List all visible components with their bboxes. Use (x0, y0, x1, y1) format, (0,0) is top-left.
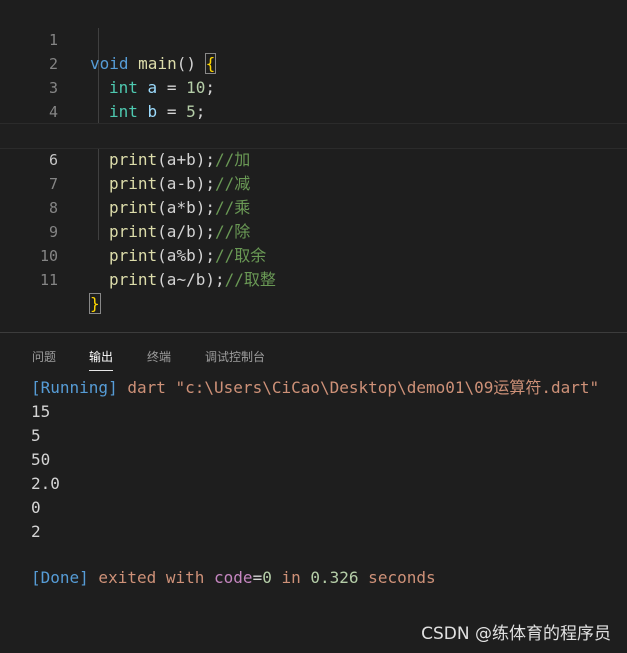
watermark: CSDN @练体育的程序员 (421, 624, 611, 644)
code-line-2[interactable]: 2 int a = 10; (0, 28, 627, 97)
tab-output[interactable]: 输出 (89, 348, 114, 371)
code-line-4[interactable]: 4 (0, 76, 627, 121)
code-line-1[interactable]: 1 void main() { (0, 4, 627, 74)
code-line-9[interactable]: 9 print(a%b);//取余 (0, 196, 627, 265)
running-tag: [Running] (31, 378, 118, 397)
output-result: 50 (31, 450, 51, 469)
done-seconds: seconds (358, 568, 436, 587)
tab-terminal[interactable]: 终端 (147, 348, 171, 370)
code-line-10[interactable]: 10 print(a~/b);//取整 (0, 220, 627, 289)
tab-debug-console[interactable]: 调试控制台 (205, 348, 265, 370)
done-tag: [Done] (31, 568, 89, 587)
args: (a~/b); (157, 270, 225, 289)
output-result: 2 (31, 522, 41, 541)
code-editor[interactable]: 1 void main() { 2 int a = 10; 3 int b = … (0, 0, 627, 332)
output-result: 5 (31, 426, 41, 445)
code-line-3[interactable]: 3 int b = 5; (0, 52, 627, 121)
code-line-6[interactable]: 6 print(a-b);//减 (0, 123, 627, 193)
tab-problems[interactable]: 问题 (32, 348, 56, 370)
done-eq: = (252, 568, 263, 587)
line-number: 11 (39, 271, 58, 289)
done-code-value: 0 (262, 568, 272, 587)
output-result: 0 (31, 498, 41, 517)
output-result: 15 (31, 402, 51, 421)
comment: //取整 (224, 270, 276, 289)
close-brace: } (89, 293, 101, 314)
code-line-7[interactable]: 7 print(a*b);//乘 (0, 148, 627, 217)
function-print: print (109, 270, 158, 289)
done-in: in (271, 568, 311, 587)
done-with: with (165, 568, 215, 587)
running-command: dart "c:\Users\CiCao\Desktop\demo01\09运算… (117, 378, 600, 397)
output-panel: 问题 输出 终端 调试控制台 [Running] dart "c:\Users\… (0, 333, 627, 653)
output-running-line: [Running] dart "c:\Users\CiCao\Desktop\d… (31, 376, 599, 400)
code-line-8[interactable]: 8 print(a/b);//除 (0, 172, 627, 241)
code-line-11[interactable]: 11 } (0, 244, 627, 314)
code-line-5[interactable]: 5 print(a+b);//加 (0, 100, 627, 169)
done-time: 0.326 (310, 568, 359, 587)
done-exited: exited (88, 568, 166, 587)
output-result: 2.0 (31, 474, 60, 493)
done-code: code (214, 568, 253, 587)
panel-tabs: 问题 输出 终端 调试控制台 (0, 333, 627, 377)
output-done-line: [Done] exited with code=0 in 0.326 secon… (31, 566, 436, 590)
